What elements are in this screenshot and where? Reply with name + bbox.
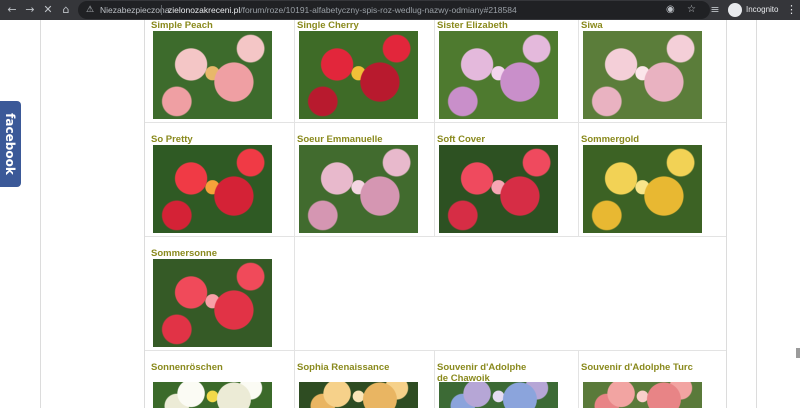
column-divider xyxy=(578,351,579,408)
url-host: zielonozakreceni.pl xyxy=(168,5,241,15)
column-divider xyxy=(434,123,435,236)
rose-photo[interactable] xyxy=(583,31,702,119)
rose-photo[interactable] xyxy=(439,382,558,408)
address-separator xyxy=(161,5,162,15)
rose-name-link[interactable]: Souvenir d'Adolphe Turc xyxy=(581,362,693,373)
page-right-border xyxy=(756,20,757,408)
rose-photo[interactable] xyxy=(153,31,272,119)
page-viewport: Simple Peach Single Cherry Sister Elizab… xyxy=(0,20,800,408)
page-left-border xyxy=(40,20,41,408)
facebook-label[interactable]: facebook xyxy=(3,113,17,175)
rose-photo[interactable] xyxy=(439,145,558,233)
url-path: /forum/roze/10191-alfabetyczny-spis-roz-… xyxy=(240,5,517,15)
rose-name-link[interactable]: Sonnenröschen xyxy=(151,362,223,373)
rose-name-link[interactable]: Siwa xyxy=(581,20,603,31)
rose-name-link[interactable]: Sophia Renaissance xyxy=(297,362,389,373)
rose-photo[interactable] xyxy=(153,382,272,408)
rose-photo[interactable] xyxy=(583,382,702,408)
rose-name-link[interactable]: Sommergold xyxy=(581,134,639,145)
rose-photo[interactable] xyxy=(583,145,702,233)
browser-toolbar: ← → ✕ ⌂ ⚠ Niezabezpieczona zielonozakrec… xyxy=(0,0,800,20)
row-divider xyxy=(145,122,726,123)
rose-name-link[interactable]: So Pretty xyxy=(151,134,193,145)
rose-name-link[interactable]: Simple Peach xyxy=(151,20,213,31)
column-divider xyxy=(294,123,295,236)
column-divider xyxy=(294,237,295,350)
rose-name-link[interactable]: Single Cherry xyxy=(297,20,359,31)
column-divider xyxy=(294,351,295,408)
security-label[interactable]: Niezabezpieczona xyxy=(100,1,169,19)
row-divider xyxy=(145,236,726,237)
row-divider xyxy=(145,350,726,351)
menu-icon[interactable]: ⋮ xyxy=(786,0,797,20)
rose-name-link[interactable]: Sommersonne xyxy=(151,248,217,259)
table-right-border xyxy=(726,20,727,408)
facebook-tab[interactable]: facebook xyxy=(0,101,21,187)
rose-name-link[interactable]: Soeur Emmanuelle xyxy=(297,134,383,145)
url-text[interactable]: zielonozakreceni.pl/forum/roze/10191-alf… xyxy=(168,1,517,19)
back-icon[interactable]: ← xyxy=(4,0,20,20)
rose-photo[interactable] xyxy=(153,259,272,347)
rose-photo[interactable] xyxy=(299,382,418,408)
column-divider xyxy=(434,20,435,122)
column-divider xyxy=(578,123,579,236)
address-bar[interactable]: ⚠ Niezabezpieczona zielonozakreceni.pl/f… xyxy=(78,1,710,19)
rose-photo[interactable] xyxy=(439,31,558,119)
incognito-icon xyxy=(728,3,742,17)
rose-photo[interactable] xyxy=(299,31,418,119)
column-divider xyxy=(434,351,435,408)
home-icon[interactable]: ⌂ xyxy=(58,0,74,20)
stop-icon[interactable]: ✕ xyxy=(40,0,56,20)
rose-name-link[interactable]: Soft Cover xyxy=(437,134,485,145)
rose-photo[interactable] xyxy=(299,145,418,233)
media-icon[interactable]: ≡ xyxy=(708,0,722,20)
incognito-label[interactable]: Incognito xyxy=(746,0,778,20)
scrollbar-thumb[interactable] xyxy=(796,348,800,358)
column-divider xyxy=(294,20,295,122)
rose-name-link[interactable]: Sister Elizabeth xyxy=(437,20,508,31)
bookmark-star-icon[interactable]: ☆ xyxy=(687,1,696,19)
column-divider xyxy=(578,20,579,122)
tracking-protection-icon[interactable]: ◉ xyxy=(666,1,675,19)
forward-icon[interactable]: → xyxy=(22,0,38,20)
rose-name-link[interactable]: Souvenir d'Adolphe de Chawoik xyxy=(437,362,537,384)
rose-photo[interactable] xyxy=(153,145,272,233)
warning-icon[interactable]: ⚠ xyxy=(86,1,94,19)
